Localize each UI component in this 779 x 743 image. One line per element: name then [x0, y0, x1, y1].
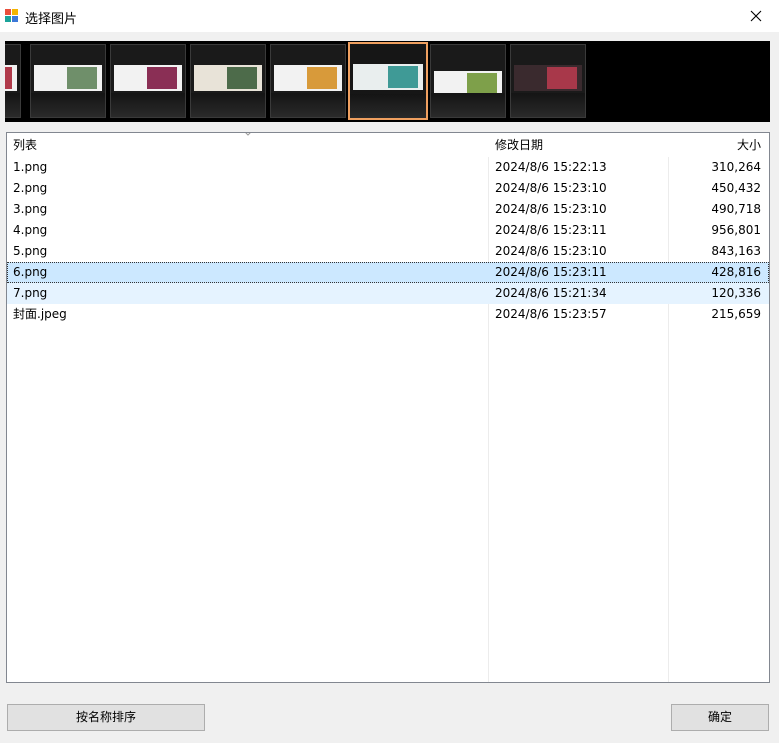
table-row-hover[interactable]: 7.png 2024/8/6 15:21:34 120,336 — [7, 283, 769, 304]
table-row-selected[interactable]: 6.png 2024/8/6 15:23:11 428,816 — [7, 262, 769, 283]
column-header-size[interactable]: 大小 — [737, 133, 761, 157]
thumbnail[interactable] — [270, 44, 346, 118]
file-name: 4.png — [13, 223, 48, 237]
file-size: 120,336 — [711, 286, 761, 300]
file-date: 2024/8/6 15:23:11 — [495, 223, 607, 237]
file-date: 2024/8/6 15:22:13 — [495, 160, 607, 174]
file-name: 3.png — [13, 202, 48, 216]
list-header: 列表 修改日期 大小 — [7, 133, 769, 157]
file-date: 2024/8/6 15:23:10 — [495, 244, 607, 258]
table-row[interactable]: 3.png 2024/8/6 15:23:10 490,718 — [7, 199, 769, 220]
table-row[interactable]: 4.png 2024/8/6 15:23:11 956,801 — [7, 220, 769, 241]
thumbnail-selected[interactable] — [348, 42, 428, 120]
column-header-date[interactable]: 修改日期 — [495, 133, 543, 157]
file-size: 843,163 — [711, 244, 761, 258]
file-name: 2.png — [13, 181, 48, 195]
file-name: 6.png — [13, 265, 48, 279]
thumbnail-strip[interactable] — [5, 41, 770, 122]
file-size: 490,718 — [711, 202, 761, 216]
thumbnail[interactable] — [430, 44, 506, 118]
file-size: 450,432 — [711, 181, 761, 195]
thumbnail[interactable] — [190, 44, 266, 118]
thumbnail[interactable] — [110, 44, 186, 118]
thumbnail[interactable] — [30, 44, 106, 118]
file-name: 7.png — [13, 286, 48, 300]
file-size: 215,659 — [711, 307, 761, 321]
thumbnail[interactable] — [510, 44, 586, 118]
thumbnail[interactable] — [5, 44, 21, 118]
title-bar: 选择图片 — [0, 0, 779, 32]
file-size: 956,801 — [711, 223, 761, 237]
confirm-button[interactable]: 确定 — [671, 704, 769, 731]
file-name: 1.png — [13, 160, 48, 174]
table-row[interactable]: 封面.jpeg 2024/8/6 15:23:57 215,659 — [7, 304, 769, 325]
file-name: 封面.jpeg — [13, 307, 67, 321]
file-date: 2024/8/6 15:23:10 — [495, 202, 607, 216]
sort-by-name-button[interactable]: 按名称排序 — [7, 704, 205, 731]
table-row[interactable]: 2.png 2024/8/6 15:23:10 450,432 — [7, 178, 769, 199]
colorful-grid-icon — [5, 9, 19, 23]
window-title: 选择图片 — [25, 12, 78, 27]
column-header-name[interactable]: 列表 — [13, 133, 37, 157]
close-icon — [750, 10, 762, 22]
file-date: 2024/8/6 15:23:57 — [495, 307, 607, 321]
table-row[interactable]: 5.png 2024/8/6 15:23:10 843,163 — [7, 241, 769, 262]
file-list[interactable]: 列表 修改日期 大小 1.png 2024/8/6 15:22:13 310,2… — [6, 132, 770, 683]
file-size: 428,816 — [711, 265, 761, 279]
file-name: 5.png — [13, 244, 48, 258]
table-row[interactable]: 1.png 2024/8/6 15:22:13 310,264 — [7, 157, 769, 178]
file-size: 310,264 — [711, 160, 761, 174]
close-button[interactable] — [733, 0, 779, 32]
file-date: 2024/8/6 15:21:34 — [495, 286, 607, 300]
sort-chevron-icon — [245, 133, 251, 136]
file-date: 2024/8/6 15:23:10 — [495, 181, 607, 195]
file-date: 2024/8/6 15:23:11 — [495, 265, 607, 279]
